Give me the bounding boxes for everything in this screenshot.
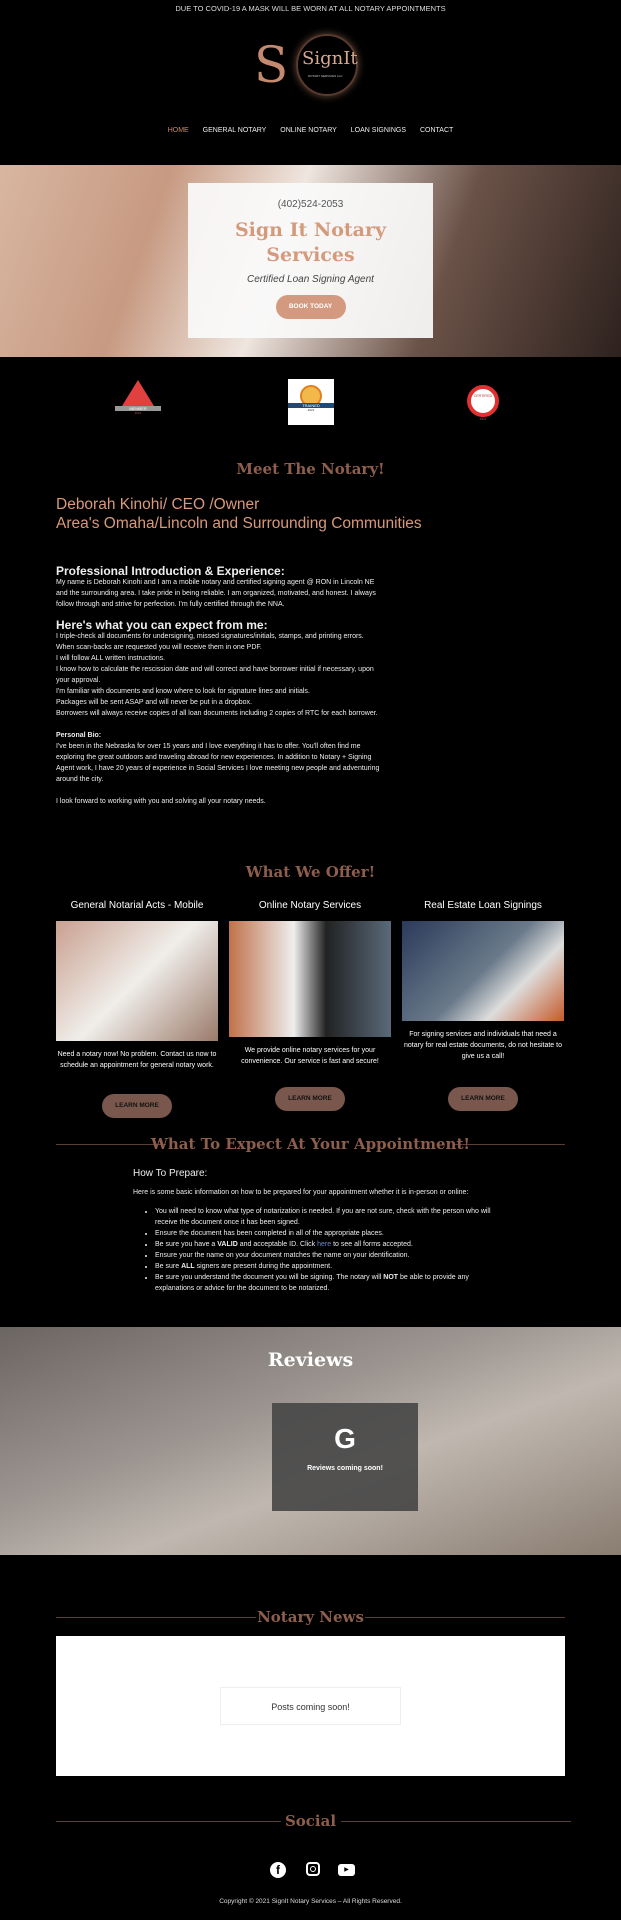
badge-year: 2021 (307, 408, 315, 412)
badge-label: CERTIFIED (467, 385, 499, 417)
nav-home[interactable]: HOME (168, 127, 189, 134)
hero-card: (402)524-2053 Sign It Notary Services Ce… (188, 183, 433, 338)
phone-number[interactable]: (402)524-2053 (188, 199, 433, 210)
prepare-item: Be sure you understand the document you … (155, 1272, 493, 1294)
logo-letter: S (254, 36, 289, 94)
expect-item: I will follow ALL written instructions. (56, 655, 166, 662)
prepare-list: You will need to know what type of notar… (133, 1206, 493, 1294)
badge-year: 2021 (134, 411, 142, 415)
id-forms-link[interactable]: here (317, 1241, 331, 1248)
service-card: General Notarial Acts - Mobile Need a no… (56, 900, 218, 1118)
youtube-icon[interactable]: ▶ (338, 1864, 355, 1876)
google-icon: G (334, 1423, 356, 1454)
hero-subtitle: Certified Loan Signing Agent (247, 274, 374, 285)
prepare-item: Ensure your the name on your document ma… (155, 1250, 493, 1261)
nav-loan-signings[interactable]: LOAN SIGNINGS (351, 127, 406, 134)
nav-contact[interactable]: CONTACT (420, 127, 453, 134)
about-section: Professional Introduction & Experience: … (56, 564, 386, 807)
prepare-item: Ensure the document has been completed i… (155, 1228, 493, 1239)
prepare-item: Be sure ALL signers are present during t… (155, 1261, 493, 1272)
news-heading: Notary News (257, 1608, 364, 1626)
nav-online-notary[interactable]: ONLINE NOTARY (280, 127, 337, 134)
social-links: f ▶ (270, 1862, 355, 1878)
prepare-section: How To Prepare: Here is some basic infor… (133, 1168, 493, 1294)
prepare-item: You will need to know what type of notar… (155, 1206, 493, 1228)
book-today-button[interactable]: BOOK TODAY (275, 295, 346, 319)
logo[interactable]: S SignIt NOTARY SERVICES LLC (250, 34, 370, 96)
bio-heading: Personal Bio: (56, 732, 102, 739)
reviews-card: G Reviews coming soon! (272, 1403, 418, 1511)
badge-year: 2021 (479, 417, 487, 421)
reviews-text: Reviews coming soon! (307, 1465, 383, 1472)
service-card: Online Notary Services We provide online… (229, 900, 391, 1111)
closing-text: I look forward to working with you and s… (56, 798, 266, 805)
card-title: General Notarial Acts - Mobile (70, 900, 204, 911)
intro-text: My name is Deborah Kinohi and I am a mob… (56, 579, 376, 608)
expect-item: I'm familiar with documents and know whe… (56, 688, 310, 695)
nna-trained-badge: TRAINED 2021 (288, 379, 334, 425)
card-image (229, 921, 391, 1037)
bio-text: I've been in the Nebraska for over 15 ye… (56, 743, 380, 783)
offer-heading: What We Offer! (245, 863, 376, 881)
covid-banner: DUE TO COVID-19 A MASK WILL BE WORN AT A… (175, 4, 446, 13)
expect-item: When scan-backs are requested you will r… (56, 644, 262, 651)
expect-item: I know how to calculate the rescission d… (56, 666, 374, 684)
intro-heading: Professional Introduction & Experience: (56, 564, 285, 578)
card-desc: For signing services and individuals tha… (404, 1031, 562, 1060)
meet-heading: Meet The Notary! (236, 460, 385, 478)
card-desc: We provide online notary services for yo… (241, 1047, 379, 1065)
prepare-intro: Here is some basic information on how to… (133, 1189, 469, 1196)
nna-certified-badge: CERTIFIED 2021 (467, 385, 499, 421)
nav-general-notary[interactable]: GENERAL NOTARY (203, 127, 267, 134)
social-heading: Social (284, 1812, 337, 1830)
logo-tagline: NOTARY SERVICES LLC (308, 74, 343, 78)
card-image (56, 921, 218, 1041)
card-title: Real Estate Loan Signings (424, 900, 542, 911)
news-placeholder: Posts coming soon! (220, 1687, 401, 1725)
logo-name: SignIt (302, 48, 358, 69)
hero-title: Sign It Notary Services (234, 219, 387, 266)
prepare-item: Be sure you have a VALID and acceptable … (155, 1239, 493, 1250)
learn-more-button[interactable]: LEARN MORE (448, 1087, 518, 1111)
expect-item: Packages will be sent ASAP and will neve… (56, 699, 252, 706)
card-title: Online Notary Services (258, 900, 362, 911)
expect-item: I triple-check all documents for undersi… (56, 633, 364, 640)
learn-more-button[interactable]: LEARN MORE (275, 1087, 345, 1111)
service-area: Area's Omaha/Lincoln and Surrounding Com… (56, 515, 422, 532)
service-card: Real Estate Loan Signings For signing se… (402, 900, 564, 1111)
learn-more-button[interactable]: LEARN MORE (102, 1094, 172, 1118)
instagram-icon[interactable] (306, 1862, 320, 1876)
reviews-heading: Reviews (267, 1349, 354, 1371)
card-desc: Need a notary now! No problem. Contact u… (57, 1051, 217, 1069)
news-panel: Posts coming soon! (56, 1636, 565, 1776)
expect-heading: Here's what you can expect from me: (56, 618, 268, 632)
facebook-icon[interactable]: f (270, 1862, 286, 1878)
copyright: Copyright © 2021 SignIt Notary Services … (219, 1898, 402, 1905)
notary-name: Deborah Kinohi/ CEO /Owner (56, 496, 260, 513)
card-image (402, 921, 564, 1021)
main-nav: HOME GENERAL NOTARY ONLINE NOTARY LOAN S… (0, 127, 621, 134)
expect-item: Borrowers will always receive copies of … (56, 710, 378, 717)
nna-member-badge: MEMBER 2021 (115, 380, 161, 415)
appointment-heading: What To Expect At Your Appointment! (151, 1135, 470, 1153)
prepare-heading: How To Prepare: (133, 1168, 208, 1179)
